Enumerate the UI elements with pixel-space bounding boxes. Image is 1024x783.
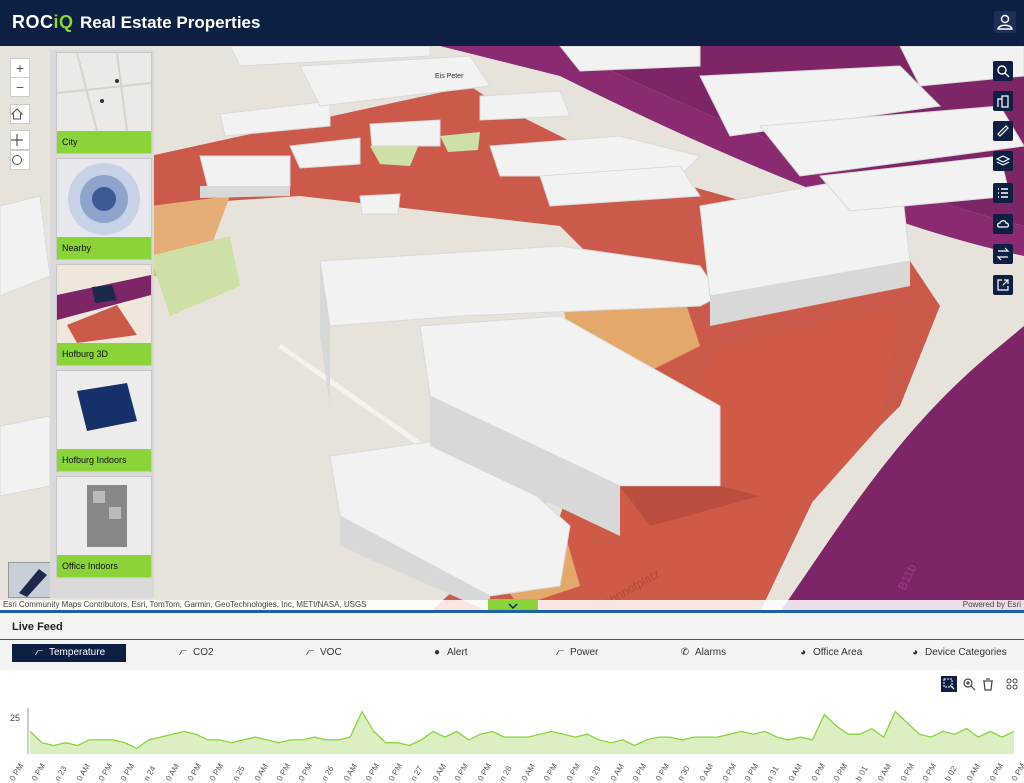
gallery-item-label: Hofburg 3D	[57, 343, 151, 365]
line-chart-icon: ⦧	[34, 647, 44, 658]
export-icon	[997, 279, 1009, 291]
live-feed-title: Live Feed	[12, 621, 63, 633]
tab-alert[interactable]: ● Alert	[432, 644, 468, 662]
city-thumbnail-icon	[57, 53, 151, 131]
gallery-item-nearby[interactable]: Nearby	[56, 158, 152, 260]
nearby-thumbnail-icon	[57, 159, 151, 237]
zoom-out-button[interactable]: −	[10, 77, 30, 97]
gallery-item-city[interactable]: City	[56, 52, 152, 154]
app-header: ROCiQ Real Estate Properties	[0, 0, 1024, 46]
temperature-chart[interactable]: 25	[0, 672, 1024, 778]
gallery-item-label: Nearby	[57, 237, 151, 259]
temperature-chart-panel: 25 0 PM 0 PM n 23 0 AM 0 PM 0 PM n 24 0 AM 0 PM 0…	[0, 672, 1024, 783]
tab-device-categories[interactable]: ◕ Device Categories	[910, 644, 1007, 662]
tab-voc[interactable]: ⦧ VOC	[305, 644, 342, 662]
phone-icon: ✆	[680, 647, 690, 658]
gallery-item-label: Hofburg Indoors	[57, 449, 151, 471]
swap-tool-button[interactable]	[993, 244, 1013, 264]
collapse-panel-button[interactable]	[488, 599, 538, 610]
live-feed-header: Live Feed	[0, 613, 1024, 640]
search-icon	[997, 65, 1010, 78]
legend-icon	[998, 188, 1008, 198]
export-tool-button[interactable]	[993, 275, 1013, 295]
pie-icon: ◕	[911, 647, 919, 658]
hofburg-indoors-thumbnail-icon	[57, 371, 151, 449]
pan-icon	[11, 134, 23, 146]
basemap-toggle[interactable]	[8, 562, 54, 598]
gallery-item-office-indoors[interactable]: Office Indoors	[56, 476, 152, 578]
layers-icon	[996, 155, 1010, 166]
compass-icon	[12, 155, 22, 165]
search-tool-button[interactable]	[993, 61, 1013, 81]
tab-temperature[interactable]: ⦧ Temperature	[12, 644, 126, 662]
alert-icon: ●	[433, 647, 441, 658]
measure-icon	[997, 125, 1009, 137]
pie-icon: ◕	[799, 647, 807, 658]
powered-by-text[interactable]: Powered by Esri	[963, 600, 1021, 609]
app-title: Real Estate Properties	[80, 13, 261, 32]
gallery-item-hofburg-3d[interactable]: Hofburg 3D	[56, 264, 152, 366]
y-tick-label: 25	[10, 713, 20, 723]
tab-co2[interactable]: ⦧ CO2	[178, 644, 214, 662]
zoom-in-button[interactable]: +	[10, 58, 30, 78]
compass-button[interactable]	[10, 150, 30, 170]
view-gallery: City Nearby Hofburg 3D Hofburg Indoors O…	[50, 50, 154, 598]
swap-icon	[996, 247, 1010, 261]
buildings-icon	[997, 95, 1009, 108]
buildings-tool-button[interactable]	[993, 91, 1013, 111]
tab-alarms[interactable]: ✆ Alarms	[680, 644, 726, 662]
home-icon	[11, 108, 23, 120]
weather-icon	[997, 220, 1009, 228]
weather-tool-button[interactable]	[993, 214, 1013, 234]
gallery-item-label: City	[57, 131, 151, 153]
line-chart-icon: ⦧	[178, 647, 188, 658]
user-icon	[997, 14, 1013, 30]
layers-tool-button[interactable]	[993, 151, 1013, 171]
line-chart-icon: ⦧	[305, 647, 315, 658]
tab-power[interactable]: ⦧ Power	[555, 644, 598, 662]
line-chart-icon: ⦧	[555, 647, 565, 658]
home-button[interactable]	[10, 104, 30, 124]
gallery-item-hofburg-indoors[interactable]: Hofburg Indoors	[56, 370, 152, 472]
gallery-item-label: Office Indoors	[57, 555, 151, 577]
app-logo: ROCiQ	[12, 12, 74, 32]
user-button[interactable]	[994, 11, 1016, 33]
pan-button[interactable]	[10, 130, 30, 150]
legend-tool-button[interactable]	[993, 183, 1013, 203]
hofburg-3d-thumbnail-icon	[57, 265, 151, 343]
measure-tool-button[interactable]	[993, 121, 1013, 141]
map-label-eis-peter: Eis Peter	[435, 73, 464, 80]
feed-tabs: ⦧ Temperature ⦧ CO2 ⦧ VOC ● Alert ⦧ Power ✆ Al…	[0, 640, 1024, 670]
tab-office-area[interactable]: ◕ Office Area	[798, 644, 862, 662]
basemap-thumbnail-icon	[9, 563, 53, 597]
office-indoors-thumbnail-icon	[57, 477, 151, 555]
attribution-text: Esri Community Maps Contributors, Esri, …	[3, 600, 367, 609]
